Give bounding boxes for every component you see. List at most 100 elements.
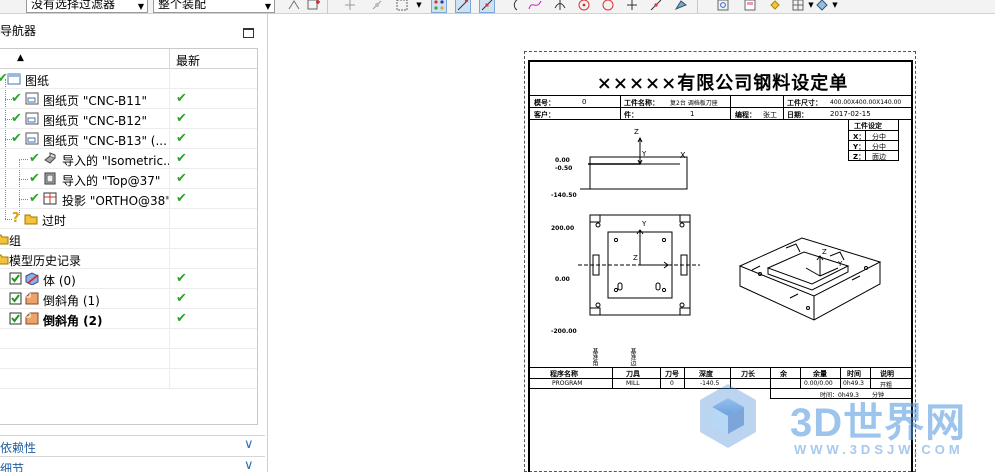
intersection-icon[interactable] — [552, 0, 568, 13]
add-point-icon[interactable] — [306, 0, 322, 13]
qty-value: 1 — [690, 110, 695, 118]
programmer-value: 张工 — [763, 111, 777, 119]
tree-node-sheet-b12[interactable]: ✔ 图纸页 "CNC-B12" ✔ — [0, 109, 257, 129]
tree-node-label: 倒斜角 (1) — [43, 294, 100, 308]
check-icon: ✔ — [11, 91, 22, 106]
tree-node-label: 图纸 — [25, 74, 50, 88]
workpiece-name-value: 复2台 调档板刀座 — [670, 100, 718, 107]
quadrant-point-icon[interactable] — [600, 0, 616, 13]
checkbox-checked-icon[interactable] — [9, 272, 23, 285]
tree-node-sheet-b13[interactable]: ✔ 图纸页 "CNC-B13" (... ✔ — [0, 129, 257, 149]
snap-grid-icon[interactable] — [431, 0, 447, 13]
selection-filter-select[interactable]: 没有选择过滤器 ▼ — [26, 0, 148, 13]
coord-setting-table: 工件设定 X： 分中 Y： 分中 Z： 面边 — [848, 119, 899, 161]
tree-node-drawing[interactable]: ✔ 图纸 — [0, 69, 257, 89]
tree-node-outdated[interactable]: ? 过时 — [0, 209, 257, 229]
coord-y-value: 分中 — [872, 143, 886, 151]
dropdown-arrow-icon[interactable]: ▼ — [827, 0, 843, 13]
coord-z-value: 面边 — [872, 153, 886, 161]
tree-node-chamfer-2[interactable]: 倒斜角 (2) ✔ — [0, 309, 257, 329]
assembly-scope-select[interactable]: 整个装配 ▼ — [153, 0, 275, 13]
tree-node-label: 组 — [9, 234, 22, 248]
part-no-value: 0 — [582, 98, 587, 106]
latest-check-icon: ✔ — [176, 171, 187, 186]
latest-check-icon: ✔ — [176, 131, 187, 146]
tree-node-sheet-b11[interactable]: ✔ 图纸页 "CNC-B11" ✔ — [0, 89, 257, 109]
mid-point-icon[interactable] — [479, 0, 495, 13]
node-point-icon[interactable] — [369, 0, 385, 13]
dim-y-top: 200.00 — [551, 225, 575, 232]
check-icon: ✔ — [11, 131, 22, 146]
tree-node-groups[interactable]: 组 — [0, 229, 257, 249]
column-header-name[interactable]: ▲ — [0, 49, 170, 69]
chevron-down-icon: ∨ — [244, 437, 254, 452]
tangent-point-icon[interactable] — [624, 0, 640, 13]
spline-point-icon[interactable] — [527, 0, 543, 13]
column-header-latest[interactable]: 最新 — [176, 52, 200, 69]
th-program-name: 程序名称 — [550, 370, 578, 378]
panel-details[interactable]: 细节 ∨ — [0, 456, 265, 472]
tree-node-body[interactable]: 体 (0) ✔ — [0, 269, 257, 289]
drawing-sheet-icon — [25, 92, 39, 105]
check-icon: ✔ — [29, 151, 40, 166]
th-time: 时间 — [847, 370, 861, 378]
dim-z-top: 0.00 — [555, 157, 570, 164]
dropdown-arrow-icon[interactable]: ▼ — [411, 0, 427, 13]
checkbox-checked-icon[interactable] — [9, 292, 23, 305]
arc-center-icon[interactable] — [506, 0, 522, 13]
watermark-logo: 3D世界网 WWW.3DSJW.COM — [694, 380, 994, 466]
tree-node-label: 导入的 "Top@37" — [62, 174, 161, 188]
tree-node-view-ortho[interactable]: ✔ 投影 "ORTHO@38" ✔ — [0, 189, 257, 209]
tree-node-label: 过时 — [42, 214, 67, 228]
coord-x-value: 分中 — [872, 133, 886, 141]
th-stock: 余量 — [813, 370, 827, 378]
tree-header: ▲ 最新 — [0, 49, 257, 69]
th-tool-length: 刀长 — [741, 370, 755, 378]
chamfer-icon — [25, 312, 39, 325]
svg-text:Y: Y — [837, 260, 843, 268]
tree-node-view-top[interactable]: ✔ 导入的 "Top@37" ✔ — [0, 169, 257, 189]
svg-text:Z: Z — [634, 128, 639, 136]
tree-node-view-isometric[interactable]: ✔ 导入的 "Isometric... ✔ — [0, 149, 257, 169]
check-icon: ✔ — [29, 191, 40, 206]
graphics-window[interactable]: ×××××有限公司钢料设定单 模号： 0 工件名称： 复2台 调档板刀座 工件尺… — [269, 14, 995, 472]
folder-icon — [0, 234, 9, 245]
face-point-icon[interactable] — [673, 0, 689, 13]
assembly-scope-value: 整个装配 — [158, 0, 207, 11]
fill-color-icon[interactable] — [767, 0, 783, 13]
folder-icon — [24, 214, 38, 225]
point-on-curve-icon[interactable] — [648, 0, 664, 13]
latest-check-icon: ✔ — [176, 151, 187, 166]
panel-label: 细节 — [0, 462, 25, 472]
svg-text:Z: Z — [822, 248, 827, 256]
tree-node-label: 图纸页 "CNC-B13" (... — [43, 134, 167, 148]
panel-dependencies[interactable]: 依赖性 ∨ — [0, 435, 265, 455]
tree-node-label: 体 (0) — [43, 274, 76, 288]
circle-center-icon[interactable] — [576, 0, 592, 13]
tree-node-model-history[interactable]: 模型历史记录 — [0, 249, 257, 269]
part-navigator: 导航器 ▲ 最新 ✔ 图纸 ✔ 图纸页 "CNC-B11" — [0, 14, 268, 472]
th-stock-side: 余 — [780, 370, 787, 378]
th-depth: 深度 — [699, 370, 713, 378]
cross-point-icon[interactable] — [342, 0, 358, 13]
customer-label: 客户： — [534, 111, 555, 119]
drawing-sheet-icon[interactable] — [742, 0, 758, 13]
checkbox-checked-icon[interactable] — [9, 312, 23, 325]
snap-point-icon[interactable] — [286, 0, 302, 13]
navigator-tree[interactable]: ▲ 最新 ✔ 图纸 ✔ 图纸页 "CNC-B11" ✔ — [0, 48, 258, 425]
front-view: Y X Z — [580, 128, 688, 190]
isometric-view: Z Y — [738, 237, 882, 321]
maximize-icon[interactable] — [243, 28, 254, 38]
top-view: Y Z — [578, 214, 700, 316]
coord-setting-title: 工件设定 — [854, 122, 882, 130]
zoom-fit-icon[interactable] — [715, 0, 731, 13]
latest-check-icon: ✔ — [176, 271, 187, 286]
tree-node-chamfer-1[interactable]: 倒斜角 (1) ✔ — [0, 289, 257, 309]
toolbar: 没有选择过滤器 ▼ 整个装配 ▼ ▼ ▼ ▼ — [0, 0, 995, 14]
workpiece-name-label: 工件名称： — [624, 99, 659, 107]
end-point-icon[interactable] — [455, 0, 471, 13]
isometric-view-icon — [44, 152, 56, 164]
svg-text:Y: Y — [641, 220, 647, 228]
part-no-label: 模号： — [534, 99, 555, 107]
select-box-icon[interactable] — [394, 0, 410, 13]
